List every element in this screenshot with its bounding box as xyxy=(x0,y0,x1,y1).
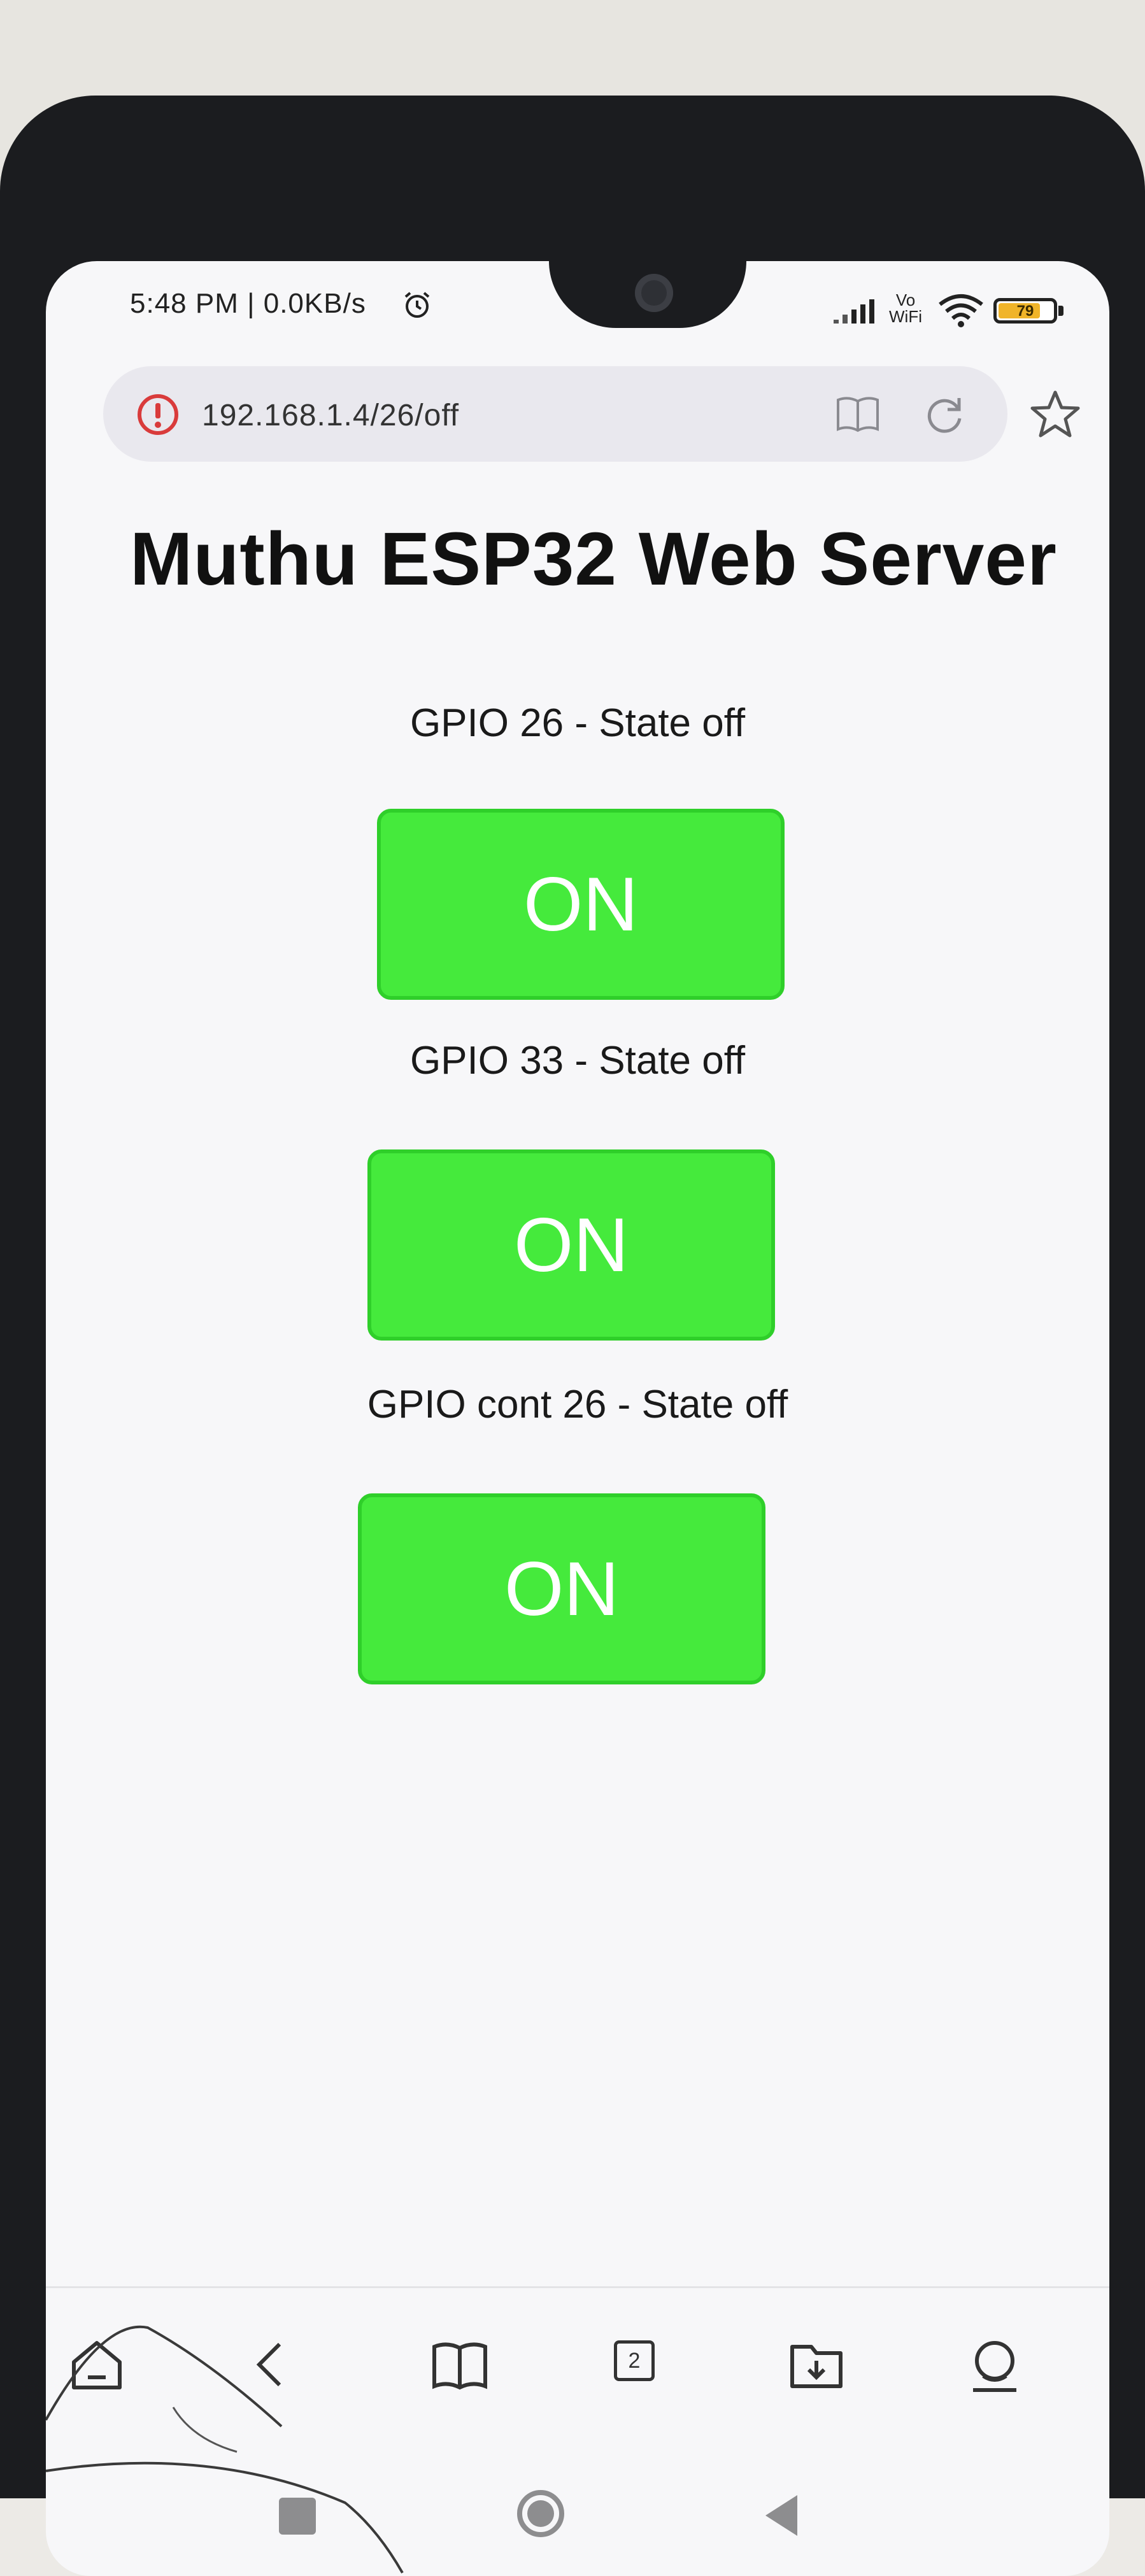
signal-icon xyxy=(834,299,874,324)
wifi-icon xyxy=(939,294,983,327)
back-icon[interactable] xyxy=(240,2333,304,2396)
profile-icon[interactable] xyxy=(963,2333,1027,2396)
alarm-icon xyxy=(404,292,430,318)
gpio-cont-26-on-button[interactable]: ON xyxy=(358,1493,765,1684)
front-camera xyxy=(635,274,673,312)
back-button-icon[interactable] xyxy=(765,2495,797,2536)
browser-bottom-nav: 2 xyxy=(46,2286,1109,2428)
phone-body: 5:48 PM | 0.0KB/s Vo WiFi 79 192.168.1.4… xyxy=(0,96,1145,2576)
gpio-26-state-label: GPIO 26 - State off xyxy=(409,701,746,745)
reader-mode-icon[interactable] xyxy=(836,395,880,433)
home-button-dot xyxy=(527,2500,554,2527)
battery-cap xyxy=(1058,306,1063,316)
url-text[interactable]: 192.168.1.4/26/off xyxy=(202,398,459,433)
gpio-33-state-label: GPIO 33 - State off xyxy=(409,1039,746,1083)
tab-count: 2 xyxy=(614,2340,655,2381)
status-time: 5:48 PM | 0.0KB/s xyxy=(130,288,366,319)
warning-icon[interactable] xyxy=(136,393,180,436)
phone-screen: 5:48 PM | 0.0KB/s Vo WiFi 79 192.168.1.4… xyxy=(46,261,1109,2576)
battery-percent: 79 xyxy=(1016,302,1034,320)
address-bar[interactable]: 192.168.1.4/26/off xyxy=(103,366,1007,462)
downloads-icon[interactable] xyxy=(785,2333,848,2396)
gpio-33-on-button[interactable]: ON xyxy=(367,1149,775,1341)
bookmarks-icon[interactable] xyxy=(428,2333,492,2396)
gpio-cont-26-state-label: GPIO cont 26 - State off xyxy=(367,1383,788,1427)
system-nav-bar xyxy=(46,2458,1109,2576)
gpio-26-on-button[interactable]: ON xyxy=(377,809,785,1000)
reload-icon[interactable] xyxy=(923,393,965,435)
bookmark-star-icon[interactable] xyxy=(1030,388,1081,439)
page-title: Muthu ESP32 Web Server xyxy=(130,517,1057,601)
battery-icon: 79 xyxy=(993,298,1057,324)
vowifi-label: Vo WiFi xyxy=(889,290,922,326)
home-icon[interactable] xyxy=(65,2333,129,2396)
tabs-icon[interactable]: 2 xyxy=(606,2333,670,2396)
recents-icon[interactable] xyxy=(279,2498,316,2535)
